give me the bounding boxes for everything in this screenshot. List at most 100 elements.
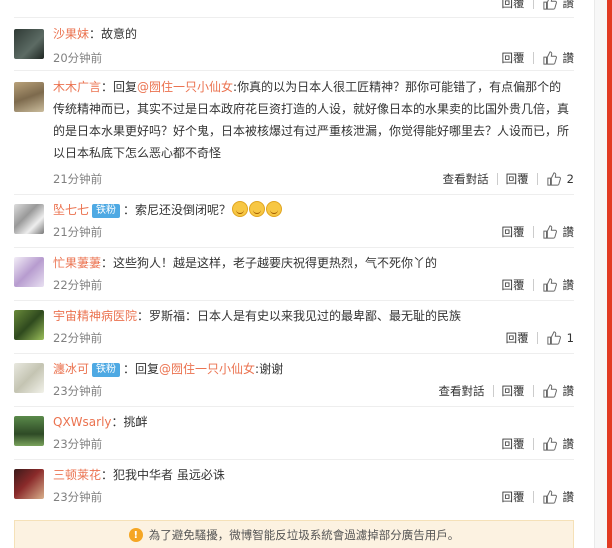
reply-button[interactable]: 回覆 [498,171,537,187]
like-label: 讚 [562,490,575,504]
comment-text: 宇宙精神病医院：罗斯福：日本人是有史以来我见过的最卑鄙、最无耻的民族 [53,305,570,327]
comment-body: ：挑衅 [111,415,148,429]
like-label: 讚 [562,437,575,451]
thumb-up-icon [547,331,561,345]
like-button[interactable]: 讚 [534,436,575,452]
comment-text: 坠七七 铁粉 ：索尼还没倒闭呢？ [53,199,570,221]
mention-link[interactable]: @囫住一只小仙女 [159,362,255,376]
avatar[interactable] [14,469,44,499]
username[interactable]: 忙果萋萋 [53,256,101,270]
reply-button[interactable]: 回覆 [494,436,533,452]
view-thread-button[interactable]: 查看對話 [431,383,493,399]
username[interactable]: 三顿莱花 [53,468,101,482]
reply-button[interactable]: 回覆 [494,277,533,293]
comment-text: 忙果萋萋：这些狗人！越是这样，老子越要庆祝得更热烈，气不死你丫的 [53,252,570,274]
comment-time: 21分钟前 [53,225,103,239]
thumb-up-icon [542,0,557,10]
like-button[interactable]: 2 [538,172,574,186]
reply-button[interactable]: 回覆 [494,0,533,11]
fan-badge: 铁粉 [92,363,121,377]
like-button[interactable]: 讚 [534,277,575,293]
like-count: 1 [566,331,574,345]
like-button[interactable]: 1 [538,331,574,345]
comment-actions: 查看對話 回覆 2 [435,171,574,187]
comment-text: QXWsarly：挑衅 [53,411,570,433]
comment-time: 23分钟前 [53,490,103,504]
comment-body: ：故意的 [89,27,138,41]
avatar[interactable] [14,363,44,393]
thumb-up-icon [542,225,557,239]
comment-time: 23分钟前 [53,384,103,398]
username[interactable]: 宇宙精神病医院 [53,309,137,323]
view-thread-button[interactable]: 查看對話 [435,171,497,187]
comment-body: ：犯我中华者 虽远必诛 [101,468,225,482]
reply-button[interactable]: 回覆 [494,489,533,505]
smile-emoji-icon [232,201,249,217]
thumb-up-icon [542,490,557,504]
comment-actions: 回覆 讚 [494,489,575,505]
comment-time: 22分钟前 [53,278,103,292]
like-button[interactable]: 讚 [534,489,575,505]
avatar[interactable] [14,29,44,59]
thumb-up-icon [542,437,557,451]
username[interactable]: 坠七七 [53,203,89,217]
like-button[interactable]: 讚 [534,0,575,11]
comment-body: :谢谢 [255,362,284,376]
username[interactable]: 沙果妹 [53,27,89,41]
thumb-up-icon [547,172,561,186]
fan-badge: 铁粉 [92,204,121,218]
like-label: 讚 [562,0,575,10]
comment-item: 木木广言：回复@囫住一只小仙女:你真的以为日本人很工匠精神？那你可能错了，有点偏… [0,70,590,194]
comment-body: ：这些狗人！越是这样，老子越要庆祝得更热烈，气不死你丫的 [101,256,438,270]
avatar[interactable] [14,257,44,287]
comment-time: 20分钟前 [53,51,103,65]
warning-icon: ! [128,528,143,542]
thumb-up-icon [542,51,557,65]
like-button[interactable]: 讚 [534,383,574,399]
reply-button[interactable]: 回覆 [494,50,533,66]
comment-text: 三顿莱花：犯我中华者 虽远必诛 [53,464,570,486]
like-label: 讚 [562,225,575,239]
comment-actions: 回覆 讚 [494,224,575,240]
comment-time: 21分钟前 [53,172,103,186]
reply-button[interactable]: 回覆 [494,383,533,399]
like-label: 讚 [562,278,575,292]
avatar[interactable] [14,416,44,446]
smile-emoji-icon [266,201,283,217]
comment-actions: 回覆 讚 [494,436,575,452]
username[interactable]: 木木广言 [53,80,101,94]
comment-actions: 回覆 1 [498,330,574,346]
comment-item: 宇宙精神病医院：罗斯福：日本人是有史以来我见过的最卑鄙、最无耻的民族 22分钟前… [0,300,590,353]
comment-body: ：罗斯福：日本人是有史以来我见过的最卑鄙、最无耻的民族 [137,309,462,323]
smile-emoji-icon [249,201,266,217]
thumb-up-icon [542,384,557,398]
avatar[interactable] [14,310,44,340]
avatar[interactable] [14,204,44,234]
reply-prefix: ：回复 [101,80,138,94]
comment-item: 沙果妹：故意的 20分钟前 回覆 讚 [0,17,590,70]
reply-button[interactable]: 回覆 [494,224,533,240]
comment-item: 坠七七 铁粉 ：索尼还没倒闭呢？ 21分钟前 回覆 讚 [0,194,590,247]
like-button[interactable]: 讚 [534,50,575,66]
scroll-accent-bar [607,0,612,548]
like-button[interactable]: 讚 [534,224,575,240]
reply-button[interactable]: 回覆 [498,330,537,346]
comment-body: ：索尼还没倒闭呢？ [123,203,232,217]
username[interactable]: 瀍冰可 [53,362,89,376]
mention-link[interactable]: @囫住一只小仙女 [137,80,233,94]
like-label: 讚 [562,51,575,65]
like-count: 2 [566,172,574,186]
comment-actions: 回覆 讚 [494,277,575,293]
comment-text: 沙果妹：故意的 [53,23,570,45]
comment-item: QXWsarly：挑衅 23分钟前 回覆 讚 [0,406,590,459]
avatar[interactable] [14,82,44,112]
comment-time: 23分钟前 [53,437,103,451]
comment-actions-top: 回覆 讚 [494,0,575,11]
comment-item: 三顿莱花：犯我中华者 虽远必诛 23分钟前 回覆 讚 [0,459,590,512]
thumb-up-icon [542,278,557,292]
reply-prefix: ：回复 [123,362,160,376]
username[interactable]: QXWsarly [53,415,112,429]
comment-item: 瀍冰可 铁粉 ：回复@囫住一只小仙女:谢谢 23分钟前 查看對話 回覆 讚 [0,353,590,406]
comment-actions: 查看對話 回覆 讚 [431,383,575,399]
comment-text: 瀍冰可 铁粉 ：回复@囫住一只小仙女:谢谢 [53,358,570,380]
